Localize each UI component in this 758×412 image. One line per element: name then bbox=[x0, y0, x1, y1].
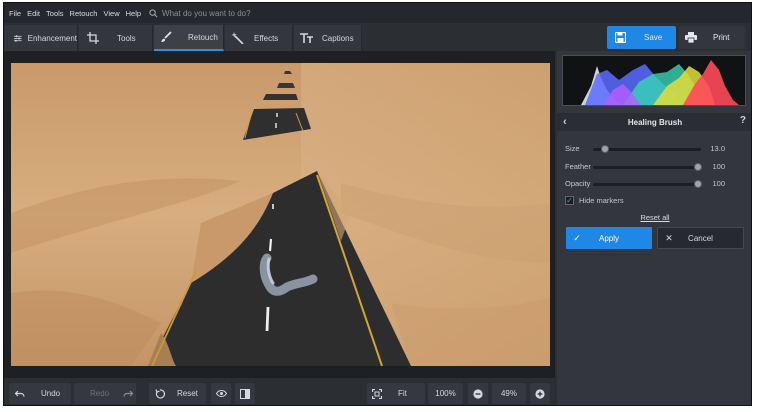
zoom-value[interactable]: 49% bbox=[492, 383, 526, 404]
zoom-out-icon bbox=[473, 388, 483, 399]
floppy-disk-icon bbox=[615, 32, 626, 43]
tab-enhancement-label: Enhancement bbox=[27, 33, 77, 43]
undo-button[interactable]: Undo bbox=[9, 383, 71, 404]
opacity-thumb[interactable] bbox=[693, 180, 702, 188]
save-button[interactable]: Save bbox=[607, 26, 676, 49]
size-thumb[interactable] bbox=[600, 145, 609, 153]
size-value: 13.0 bbox=[710, 144, 725, 153]
photo-desert-road[interactable] bbox=[11, 63, 550, 366]
opacity-label: Opacity bbox=[565, 179, 591, 188]
fit-screen-icon bbox=[372, 388, 382, 399]
tab-effects-label: Effects bbox=[254, 33, 279, 43]
hide-markers-row[interactable]: ✓ Hide markers bbox=[565, 196, 624, 205]
print-label: Print bbox=[713, 33, 730, 42]
desert-road-image bbox=[11, 63, 550, 366]
slider-opacity[interactable]: Opacity 100 bbox=[565, 178, 745, 190]
tab-captions-label: Captions bbox=[322, 33, 354, 43]
zoom-value-label: 49% bbox=[500, 389, 517, 398]
tab-tools[interactable]: Tools bbox=[79, 25, 153, 51]
menu-tools[interactable]: Tools bbox=[46, 9, 64, 18]
feather-thumb[interactable] bbox=[693, 163, 702, 171]
text-icon bbox=[300, 32, 313, 43]
panel-title: Healing Brush bbox=[627, 117, 683, 127]
image-canvas[interactable] bbox=[4, 51, 555, 378]
zoom-in-icon bbox=[535, 388, 545, 399]
magic-wand-icon bbox=[231, 32, 244, 44]
zoom-in-button[interactable] bbox=[530, 383, 550, 404]
sliders-icon bbox=[14, 34, 22, 42]
fit-button[interactable]: Fit bbox=[367, 383, 425, 404]
redo-icon bbox=[123, 390, 134, 397]
tab-enhancement[interactable]: Enhancement bbox=[4, 25, 78, 51]
compare-button[interactable] bbox=[235, 383, 255, 404]
menu-help[interactable]: Help bbox=[126, 9, 141, 18]
compare-icon bbox=[240, 388, 250, 399]
hide-markers-checkbox[interactable]: ✓ bbox=[565, 196, 574, 205]
panel-header: ‹ Healing Brush ? bbox=[557, 113, 751, 131]
menu-view[interactable]: View bbox=[103, 9, 119, 18]
zoom-out-button[interactable] bbox=[468, 383, 488, 404]
print-button[interactable]: Print bbox=[679, 26, 745, 49]
menu-retouch[interactable]: Retouch bbox=[70, 9, 98, 18]
zoom-100-button[interactable]: 100% bbox=[428, 383, 463, 404]
preview-button[interactable] bbox=[211, 383, 231, 404]
save-label: Save bbox=[644, 33, 663, 42]
main-toolbar: Enhancement Tools Retouch Effects Captio… bbox=[4, 25, 751, 51]
checkmark-icon: ✓ bbox=[566, 195, 573, 205]
hide-markers-label: Hide markers bbox=[579, 196, 624, 205]
search-placeholder: What do you want to do? bbox=[162, 8, 251, 18]
size-label: Size bbox=[565, 144, 580, 153]
crop-icon bbox=[87, 32, 99, 44]
opacity-track[interactable] bbox=[593, 180, 702, 188]
apply-label: Apply bbox=[598, 233, 619, 243]
redo-label: Redo bbox=[90, 389, 110, 398]
fit-label: Fit bbox=[398, 389, 407, 398]
tab-retouch-label: Retouch bbox=[188, 32, 218, 42]
help-icon[interactable]: ? bbox=[740, 115, 746, 126]
undo-icon bbox=[15, 390, 25, 397]
redo-button[interactable]: Redo bbox=[74, 383, 136, 404]
slider-feather[interactable]: Feather 100 bbox=[565, 161, 745, 173]
cancel-label: Cancel bbox=[688, 233, 713, 243]
right-panel: ‹ Healing Brush ? Size 13.0 Feather 100 … bbox=[557, 51, 751, 405]
slider-size[interactable]: Size 13.0 bbox=[565, 143, 745, 155]
check-icon: ✓ bbox=[573, 232, 581, 243]
zoom-100-label: 100% bbox=[435, 389, 456, 398]
reset-label: Reset bbox=[177, 389, 198, 398]
size-track[interactable] bbox=[593, 145, 701, 153]
search-icon bbox=[149, 8, 158, 17]
tab-captions[interactable]: Captions bbox=[294, 25, 362, 51]
reset-all-link[interactable]: Reset all bbox=[557, 213, 751, 222]
printer-icon bbox=[685, 32, 697, 43]
feather-value: 100 bbox=[712, 162, 725, 171]
menu-file[interactable]: File bbox=[9, 9, 21, 18]
reset-icon bbox=[155, 388, 165, 399]
app-window: File Edit Tools Retouch View Help What d… bbox=[3, 2, 752, 406]
menu-bar: File Edit Tools Retouch View Help What d… bbox=[4, 3, 751, 23]
back-chevron-icon[interactable]: ‹ bbox=[563, 116, 567, 128]
feather-label: Feather bbox=[565, 162, 591, 171]
cancel-button[interactable]: ✕ Cancel bbox=[657, 227, 744, 249]
bottom-bar: Undo Redo Reset Fit 100% 49% bbox=[4, 379, 555, 405]
tab-tools-label: Tools bbox=[117, 33, 136, 43]
feather-track[interactable] bbox=[593, 163, 702, 171]
close-icon: ✕ bbox=[665, 232, 673, 243]
reset-button[interactable]: Reset bbox=[149, 383, 206, 404]
undo-label: Undo bbox=[41, 389, 61, 398]
tab-effects[interactable]: Effects bbox=[225, 25, 293, 51]
tab-retouch[interactable]: Retouch bbox=[154, 25, 224, 51]
eye-icon bbox=[215, 390, 227, 397]
opacity-value: 100 bbox=[712, 179, 725, 188]
menu-edit[interactable]: Edit bbox=[27, 9, 40, 18]
brush-icon bbox=[161, 31, 172, 42]
search-box[interactable]: What do you want to do? bbox=[149, 9, 251, 18]
apply-button[interactable]: ✓ Apply bbox=[566, 227, 652, 249]
histogram bbox=[562, 55, 746, 106]
